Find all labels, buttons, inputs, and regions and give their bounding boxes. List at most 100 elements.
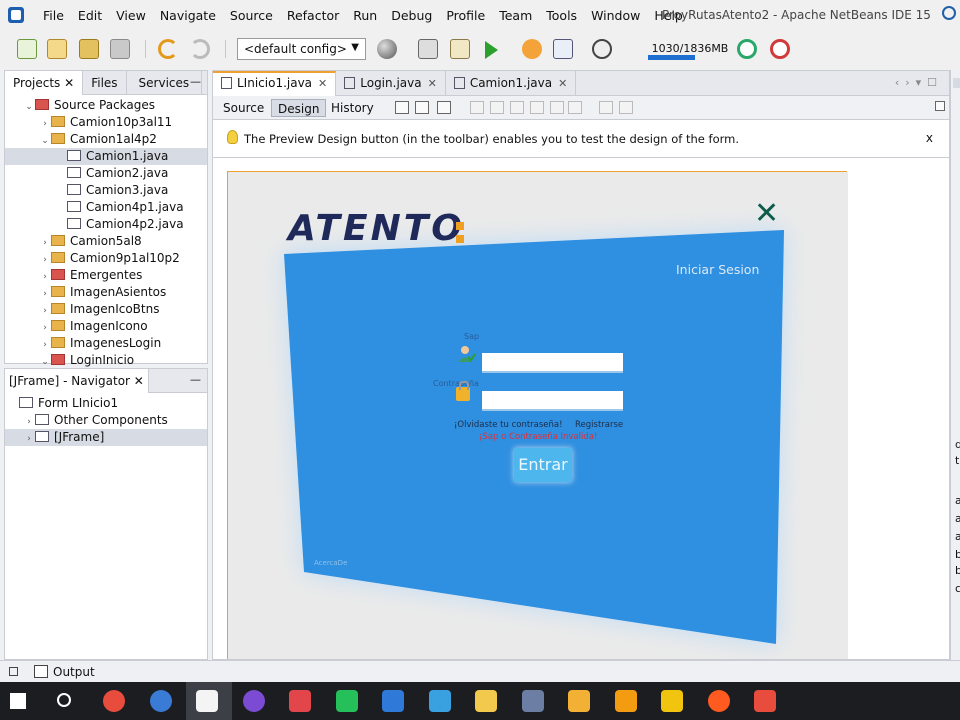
browser-icon[interactable] (149, 690, 172, 712)
menu-window[interactable]: Window (584, 8, 647, 23)
brave-icon[interactable] (707, 690, 730, 712)
debug-icon[interactable] (522, 39, 542, 59)
menu-debug[interactable]: Debug (384, 8, 439, 23)
run-icon[interactable] (485, 41, 498, 59)
tree-item[interactable]: › Camion9p1al10p2 (5, 250, 207, 267)
undo-icon[interactable] (158, 39, 178, 59)
connection-mode-icon[interactable] (415, 101, 429, 114)
hint-close-button[interactable]: x (926, 131, 933, 145)
save-all-icon[interactable] (110, 39, 130, 59)
tree-item[interactable]: Camion1.java (5, 148, 207, 165)
center-vertically-icon[interactable] (568, 101, 582, 114)
mode-source[interactable]: Source (217, 99, 270, 117)
folder-icon[interactable] (568, 690, 590, 712)
profiler-snapshot-icon[interactable] (770, 39, 790, 59)
center-horizontally-icon[interactable] (510, 101, 524, 114)
menu-team[interactable]: Team (492, 8, 539, 23)
form-frame[interactable]: ATENTO ✕ Iniciar Sesion Sap Contraseña ¡… (227, 171, 848, 659)
tree-item[interactable]: Form LInicio1 (5, 395, 207, 412)
clean-build-icon[interactable] (450, 39, 470, 59)
mode-design[interactable]: Design (271, 99, 327, 117)
menu-view[interactable]: View (109, 8, 153, 23)
timer-icon[interactable] (592, 39, 612, 59)
sublime-icon[interactable] (614, 690, 637, 712)
close-icon[interactable]: ✕ (134, 374, 144, 388)
menu-file[interactable]: File (36, 8, 71, 23)
gc-icon[interactable] (737, 39, 757, 59)
music-icon[interactable] (475, 690, 497, 712)
forgot-password-link[interactable]: ¡Olvidaste tu contraseña! (454, 420, 563, 430)
tree-item[interactable]: › ImagenesLogin (5, 335, 207, 352)
github-icon[interactable] (242, 690, 265, 712)
close-icon[interactable]: ✕ (318, 77, 327, 90)
editor-tab[interactable]: Camion1.java ✕ (446, 71, 577, 96)
redo-icon[interactable] (190, 39, 210, 59)
tree-item[interactable]: › ImagenIcono (5, 318, 207, 335)
menu-run[interactable]: Run (346, 8, 384, 23)
align-top-icon[interactable] (530, 101, 544, 114)
output-tab-label[interactable]: Output (53, 665, 95, 679)
tree-item[interactable]: › Emergentes (5, 267, 207, 284)
tree-item[interactable]: Camion4p1.java (5, 199, 207, 216)
tree-item[interactable]: ⌄ Camion1al4p2 (5, 131, 207, 148)
slides-icon[interactable] (754, 690, 776, 712)
tab-files[interactable]: Files (83, 70, 127, 95)
close-icon[interactable]: ✕ (428, 77, 437, 90)
form-close-button[interactable]: ✕ (754, 196, 779, 231)
sap-input[interactable] (482, 353, 623, 373)
tree-item[interactable]: › ImagenIcoBtns (5, 301, 207, 318)
camera-icon[interactable] (289, 690, 311, 712)
tab-projects[interactable]: Projects ✕ (5, 70, 84, 95)
netbeans-icon[interactable] (196, 690, 218, 712)
resize-horizontal-icon[interactable] (599, 101, 613, 114)
whatsapp-icon[interactable] (335, 690, 358, 712)
menu-tools[interactable]: Tools (539, 8, 584, 23)
resize-vertical-icon[interactable] (619, 101, 633, 114)
mode-history[interactable]: History (325, 99, 380, 117)
palette-toggle-icon[interactable] (935, 101, 945, 111)
new-file-icon[interactable] (17, 39, 37, 59)
chevron-right-icon[interactable]: › (23, 431, 35, 448)
search-icon[interactable] (942, 6, 956, 20)
search-icon[interactable] (56, 693, 71, 707)
chrome-icon[interactable] (103, 690, 125, 712)
tree-item[interactable]: Camion4p2.java (5, 216, 207, 233)
appstore-icon[interactable] (382, 690, 404, 712)
editor-tab[interactable]: Login.java ✕ (336, 71, 446, 96)
tree-item[interactable]: Camion2.java (5, 165, 207, 182)
menu-edit[interactable]: Edit (71, 8, 109, 23)
tree-item[interactable]: Camion3.java (5, 182, 207, 199)
about-link[interactable]: AcercaDe (314, 559, 347, 567)
align-bottom-icon[interactable] (550, 101, 564, 114)
selection-mode-icon[interactable] (395, 101, 409, 114)
output-icon[interactable] (34, 665, 48, 678)
video-icon[interactable] (661, 690, 683, 712)
password-input[interactable] (482, 391, 623, 411)
tree-item[interactable]: › [JFrame] (5, 429, 207, 446)
build-hammer-icon[interactable] (418, 39, 438, 59)
tree-item[interactable]: ⌄ Source Packages (5, 97, 207, 114)
globe-icon[interactable] (377, 39, 397, 59)
tab-navigator[interactable]: [JFrame] - Navigator ✕ (5, 368, 149, 393)
menu-source[interactable]: Source (223, 8, 280, 23)
tree-item[interactable]: ⌄ LoginInicio (5, 352, 207, 369)
menu-refactor[interactable]: Refactor (280, 8, 346, 23)
photos-icon[interactable] (428, 690, 451, 712)
tab-navigation-icons[interactable]: ‹›▾☐ (895, 76, 943, 89)
new-project-icon[interactable] (47, 39, 67, 59)
align-left-icon[interactable] (470, 101, 484, 114)
editor-tab[interactable]: LInicio1.java ✕ (213, 71, 337, 96)
calculator-icon[interactable] (521, 690, 544, 712)
preview-design-icon[interactable] (437, 101, 451, 114)
menu-profile[interactable]: Profile (439, 8, 492, 23)
close-icon[interactable]: ✕ (558, 77, 567, 90)
tree-item[interactable]: › Other Components (5, 412, 207, 429)
register-link[interactable]: Registrarse (575, 420, 623, 430)
restore-window-icon[interactable] (9, 667, 18, 676)
profile-icon[interactable] (553, 39, 573, 59)
open-project-icon[interactable] (79, 39, 99, 59)
config-dropdown[interactable]: <default config> ▼ (237, 38, 366, 60)
tree-item[interactable]: › Camion10p3al11 (5, 114, 207, 131)
memory-indicator[interactable]: 1030/1836MB (648, 40, 732, 60)
windows-start-icon[interactable] (10, 693, 26, 709)
